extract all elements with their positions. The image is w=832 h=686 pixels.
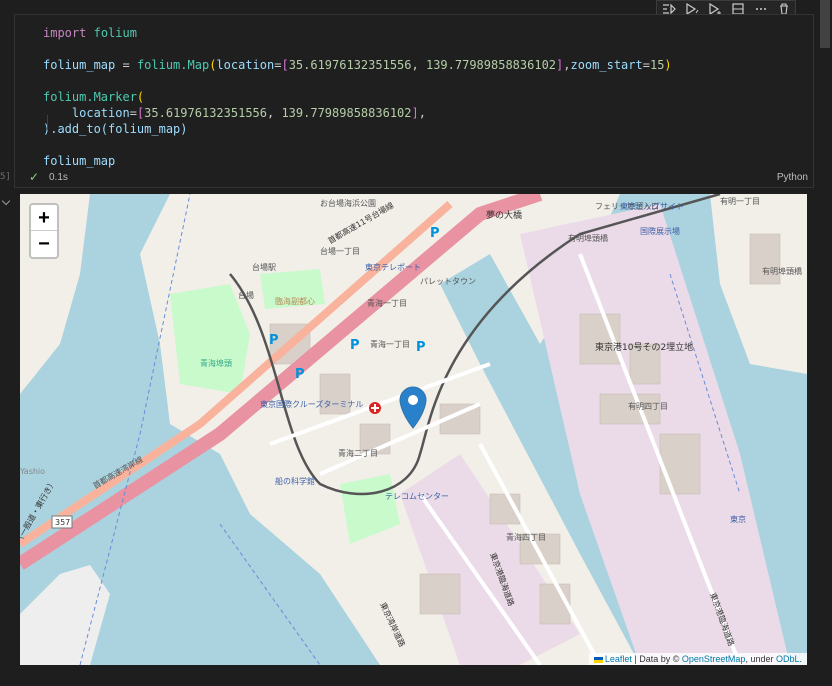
code-token: 35.61976132351556	[144, 106, 267, 120]
map-label: 台場駅	[252, 262, 276, 272]
language-label[interactable]: Python	[777, 172, 808, 183]
svg-text:P: P	[269, 333, 279, 348]
map-label: 国際展示場	[640, 226, 680, 236]
code-token: location	[71, 106, 130, 120]
map-label: 東京	[730, 514, 746, 524]
svg-text:P: P	[416, 340, 426, 355]
zoom-in-button[interactable]: +	[31, 205, 57, 231]
map-label: 有明埠頭橋	[568, 233, 608, 243]
code-cell[interactable]: import folium folium_map = folium.Map(lo…	[14, 14, 814, 188]
attribution-text: .	[799, 654, 802, 664]
map-label: 台場	[238, 290, 254, 300]
map-label: 青海一丁目	[370, 339, 410, 349]
map-attribution: Leaflet | Data by © OpenStreetMap, under…	[588, 653, 807, 665]
code-token: folium.Map	[136, 58, 210, 72]
zoom-control: + −	[29, 203, 59, 259]
map-label: 青海埠頭	[200, 358, 232, 368]
map-label: 有明埠頭橋	[762, 266, 802, 276]
svg-text:P: P	[295, 367, 305, 382]
ukraine-flag-icon	[593, 656, 603, 663]
svg-text:P: P	[350, 338, 360, 353]
map-output[interactable]: お台場海浜公園 台場一丁目 台場駅 台場 臨海副都心 東京テレポート パレットタ…	[20, 194, 807, 665]
svg-text:P: P	[430, 226, 440, 241]
map-label: 東京ビッグサイト	[620, 201, 684, 211]
code-token: ).add_to(folium_map)	[43, 122, 188, 136]
map-label: Yashio	[20, 467, 45, 476]
map-label: 青海一丁目	[367, 298, 407, 308]
attribution-text: , under	[745, 654, 776, 664]
execution-time: 0.1s	[49, 172, 68, 183]
vertical-scrollbar[interactable]	[818, 0, 832, 686]
code-token: folium.Marker	[43, 90, 137, 104]
code-token: location	[216, 58, 275, 72]
code-token: 35.61976132351556	[288, 58, 412, 72]
map-label: お台場海浜公園	[320, 198, 376, 208]
map-label: 有明一丁目	[720, 196, 760, 206]
cell-gutter: 5]	[0, 0, 14, 686]
indent-guide	[47, 115, 48, 130]
code-token: zoom_start	[570, 58, 643, 72]
map-label: 船の科学館	[275, 476, 315, 486]
map-label: 夢の大橋	[486, 209, 522, 221]
map-label: 有明四丁目	[628, 401, 668, 411]
map-label: 青海四丁目	[506, 532, 546, 542]
map-label: テレコムセンター	[385, 492, 449, 501]
map-label: 東京国際クルーズターミナル	[260, 399, 363, 409]
leaflet-link[interactable]: Leaflet	[605, 654, 632, 664]
odbl-link[interactable]: ODbL	[776, 654, 800, 664]
code-token: folium_map	[43, 154, 116, 168]
route-shield-label: 357	[55, 518, 70, 527]
code-token: 15	[649, 58, 665, 72]
execution-count: 5]	[0, 172, 11, 182]
zoom-out-button[interactable]: −	[31, 231, 57, 257]
code-editor[interactable]: import folium folium_map = folium.Map(lo…	[43, 25, 672, 169]
keyword-import: import	[43, 26, 87, 40]
map-label: 台場一丁目	[320, 246, 360, 256]
map-tiles[interactable]: お台場海浜公園 台場一丁目 台場駅 台場 臨海副都心 東京テレポート パレットタ…	[20, 194, 807, 665]
collapse-output-icon[interactable]	[1, 196, 11, 206]
map-label: 青海二丁目	[338, 448, 378, 458]
scrollbar-thumb[interactable]	[820, 0, 830, 48]
map-label: 東京テレポート	[365, 262, 421, 272]
map-label: 東京港10号その2埋立地	[595, 341, 693, 353]
success-check-icon: ✓	[29, 170, 40, 184]
osm-link[interactable]: OpenStreetMap	[682, 654, 746, 664]
module-name: folium	[93, 26, 137, 40]
code-token: folium_map	[43, 58, 116, 72]
code-token: 139.77989858836102	[281, 106, 412, 120]
attribution-text: | Data by ©	[631, 654, 682, 664]
code-token: 139.77989858836102	[425, 58, 557, 72]
map-label: 臨海副都心	[275, 296, 315, 306]
code-token: =	[115, 58, 137, 72]
map-label: パレットタウン	[420, 277, 476, 286]
cell-status-bar: ✓ 0.1s Python	[15, 170, 813, 188]
